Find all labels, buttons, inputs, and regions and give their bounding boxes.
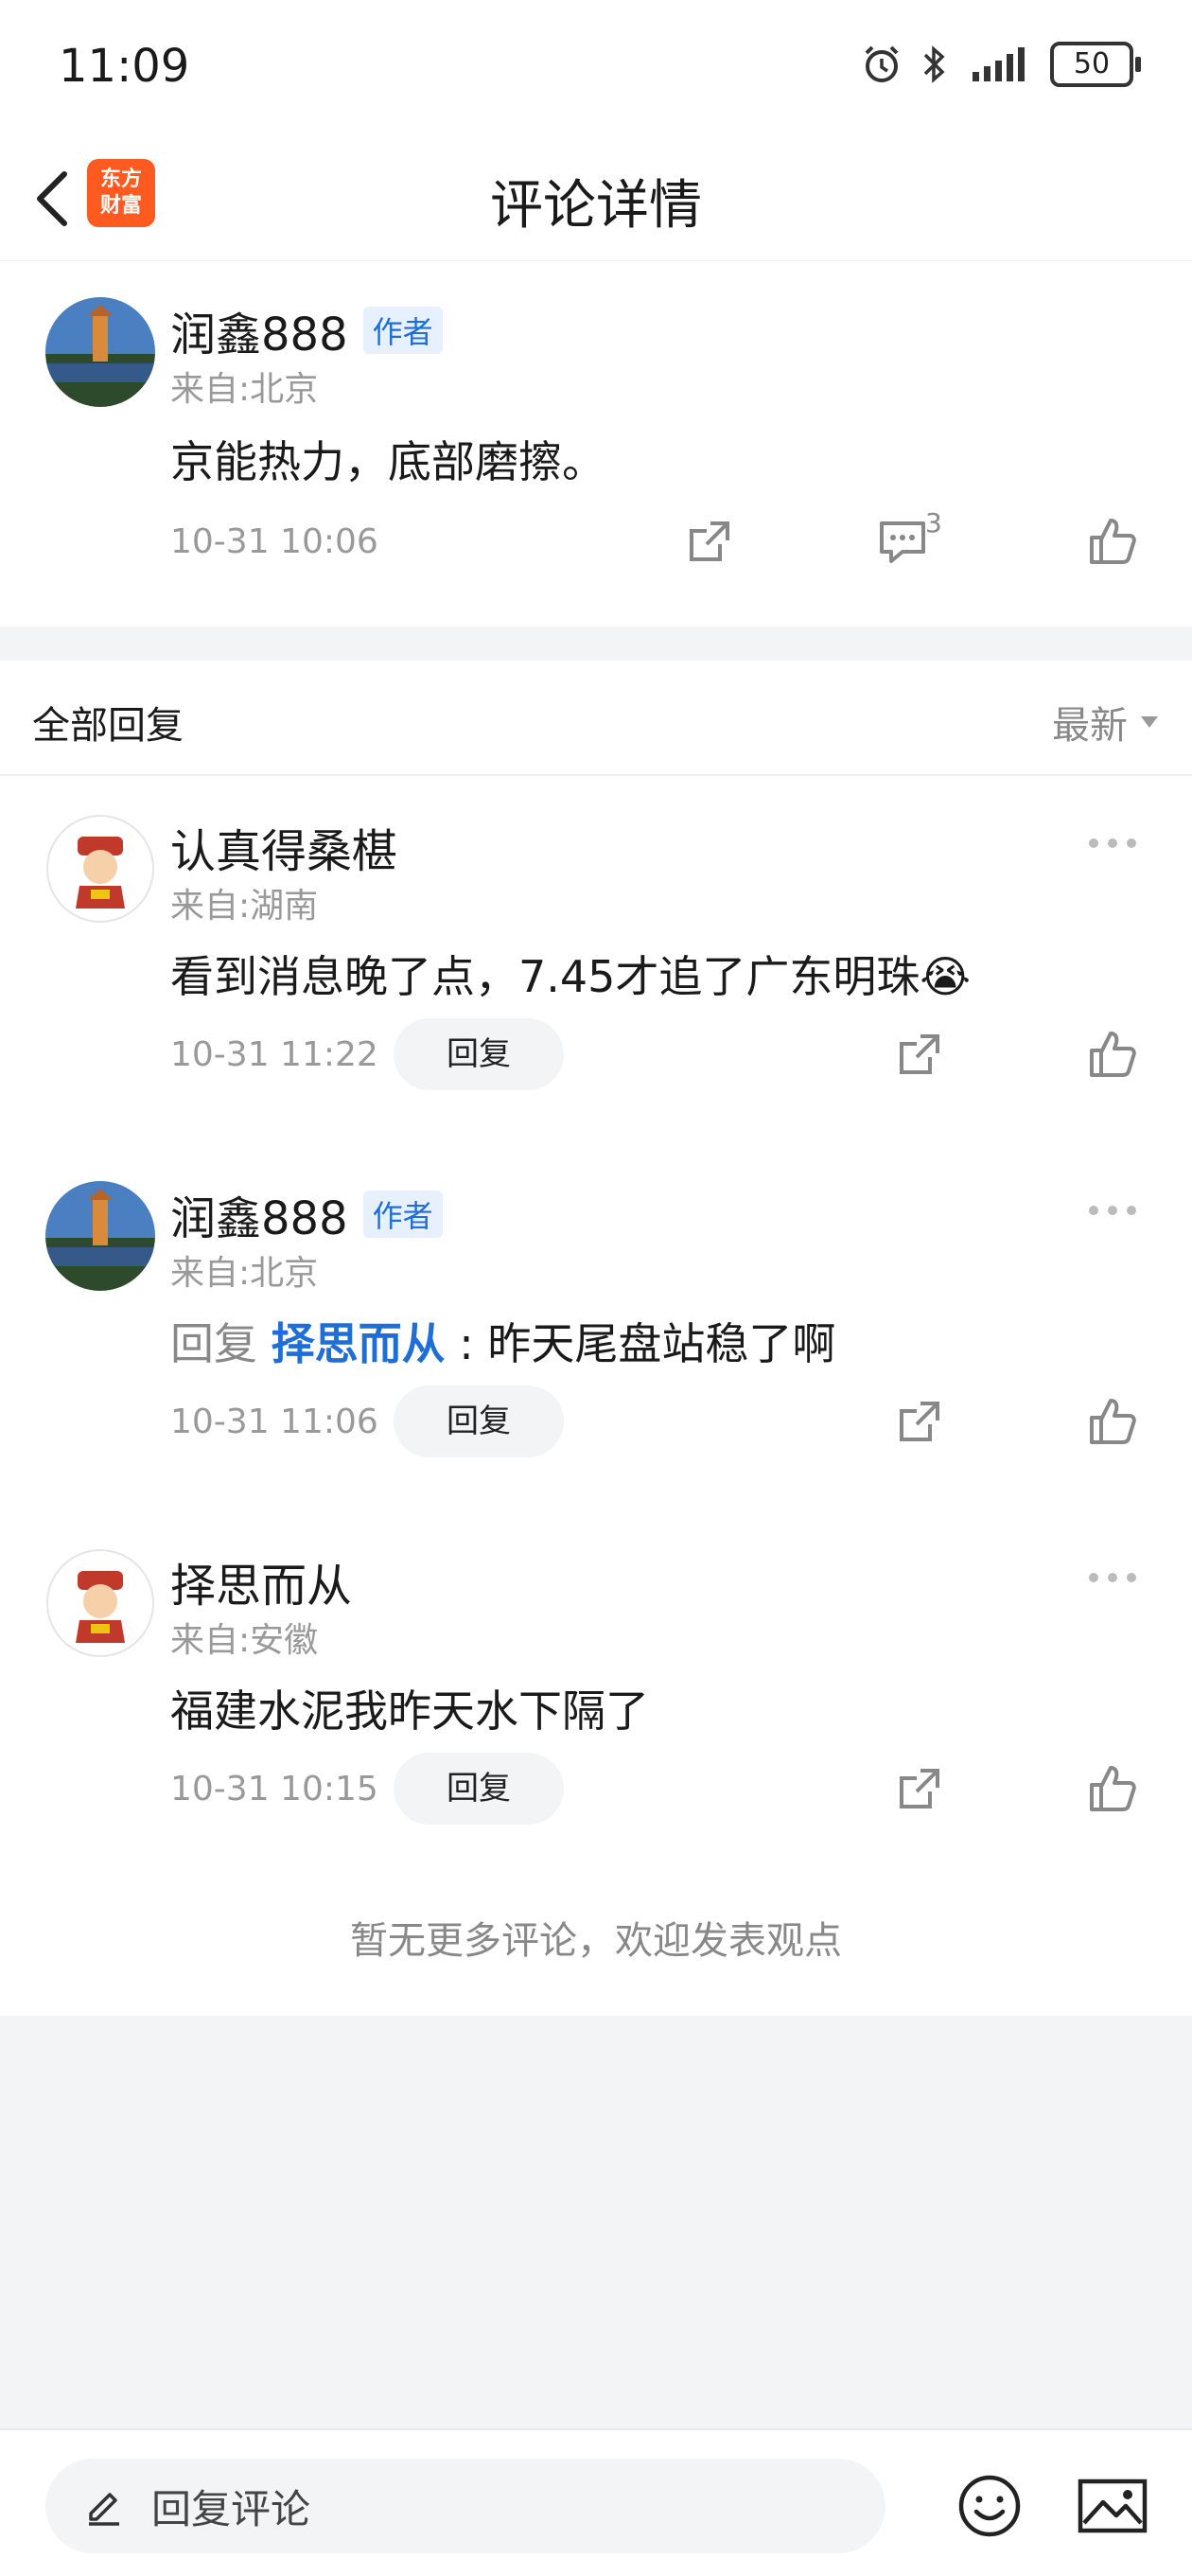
share-button[interactable] bbox=[889, 1024, 950, 1085]
fortune-god-avatar-icon bbox=[45, 814, 155, 924]
author-tag: 作者 bbox=[362, 1191, 443, 1238]
dropdown-triangle-icon bbox=[1141, 716, 1158, 728]
reply-item: 择思而从 来自:安徽 福建水泥我昨天水下隔了 10-31 10:15 回复 bbox=[0, 1509, 1192, 1876]
reply-button[interactable]: 回复 bbox=[394, 1753, 564, 1825]
status-icons: 50 bbox=[861, 42, 1141, 87]
comment-icon bbox=[880, 521, 925, 563]
image-icon bbox=[1078, 2479, 1148, 2533]
timestamp: 10-31 11:22 bbox=[170, 1035, 378, 1074]
avatar[interactable] bbox=[45, 297, 155, 407]
footer-note: 暂无更多评论，欢迎发表观点 bbox=[350, 1919, 842, 1963]
more-icon bbox=[1089, 1206, 1136, 1215]
reply-target-link[interactable]: 择思而从 bbox=[272, 1318, 446, 1369]
sort-label: 最新 bbox=[1052, 704, 1128, 748]
name-row: 润鑫888 作者 bbox=[170, 1181, 443, 1247]
more-button[interactable] bbox=[1082, 1196, 1143, 1225]
like-button[interactable] bbox=[1082, 1024, 1143, 1085]
username[interactable]: 润鑫888 bbox=[170, 297, 348, 363]
more-icon bbox=[1089, 1573, 1136, 1582]
name-row: 认真得桑椹 bbox=[170, 814, 397, 880]
share-icon bbox=[690, 521, 729, 561]
name-row: 润鑫888 作者 bbox=[170, 297, 443, 363]
fortune-god-avatar-icon bbox=[45, 1548, 155, 1658]
username[interactable]: 润鑫888 bbox=[170, 1181, 348, 1247]
main-comment: 润鑫888 作者 来自:北京 京能热力，底部磨擦。 10-31 10:06 3 bbox=[0, 261, 1192, 626]
comment-button[interactable] bbox=[872, 511, 933, 572]
location: 来自:安徽 bbox=[170, 1621, 319, 1660]
reply-count: 3 bbox=[925, 507, 942, 538]
share-button[interactable] bbox=[889, 1758, 950, 1819]
timestamp: 10-31 10:15 bbox=[170, 1770, 378, 1808]
comment-text: 福建水泥我昨天水下隔了 bbox=[170, 1685, 649, 1737]
replies-section: 全部回复 最新 认真得桑椹 来自:湖南 看到消息晚了点，7.45才追了广东明珠😭… bbox=[0, 661, 1192, 2016]
status-time: 11:09 bbox=[59, 40, 190, 93]
reply-button[interactable]: 回复 bbox=[394, 1385, 564, 1457]
bluetooth-icon bbox=[923, 45, 945, 83]
pencil-icon bbox=[83, 2485, 125, 2527]
emoji-button[interactable] bbox=[955, 2472, 1024, 2540]
like-button[interactable] bbox=[1082, 1758, 1143, 1819]
avatar[interactable] bbox=[45, 1181, 155, 1291]
location: 来自:北京 bbox=[170, 1254, 319, 1293]
signal-icon bbox=[973, 47, 1025, 81]
reply-button[interactable]: 回复 bbox=[394, 1018, 564, 1090]
more-button[interactable] bbox=[1082, 829, 1143, 857]
image-button[interactable] bbox=[1075, 2472, 1150, 2540]
bottom-bar: 回复评论 bbox=[0, 2428, 1192, 2576]
avatar[interactable] bbox=[45, 1548, 155, 1658]
pagoda-avatar-icon bbox=[45, 1181, 155, 1291]
share-icon bbox=[900, 1034, 939, 1074]
location: 来自:北京 bbox=[170, 370, 319, 409]
avatar[interactable] bbox=[45, 814, 155, 924]
reply-input[interactable]: 回复评论 bbox=[45, 2459, 885, 2553]
more-icon bbox=[1089, 838, 1136, 848]
share-button[interactable] bbox=[679, 511, 740, 572]
thumbs-up-icon bbox=[1090, 1399, 1136, 1444]
pagoda-avatar-icon bbox=[45, 297, 155, 407]
location: 来自:湖南 bbox=[170, 887, 319, 926]
timestamp: 10-31 10:06 bbox=[170, 522, 378, 561]
reply-item: 认真得桑椹 来自:湖南 看到消息晚了点，7.45才追了广东明珠😭 10-31 1… bbox=[0, 774, 1192, 1141]
comment-text: 回复 择思而从 : 昨天尾盘站稳了啊 bbox=[170, 1310, 835, 1372]
like-button[interactable] bbox=[1082, 511, 1143, 572]
share-button[interactable] bbox=[889, 1391, 950, 1452]
reply-prefix: 回复 bbox=[170, 1318, 257, 1369]
like-button[interactable] bbox=[1082, 1391, 1143, 1452]
reply-input-placeholder: 回复评论 bbox=[151, 2485, 311, 2532]
thumbs-up-icon bbox=[1090, 1032, 1136, 1077]
battery-indicator: 50 bbox=[1050, 42, 1141, 87]
page-title: 评论详情 bbox=[490, 175, 702, 237]
comment-text: 京能热力，底部磨擦。 bbox=[170, 436, 605, 487]
more-button[interactable] bbox=[1082, 1563, 1143, 1592]
comment-text: 看到消息晚了点，7.45才追了广东明珠😭 bbox=[170, 951, 972, 1002]
username[interactable]: 择思而从 bbox=[170, 1548, 352, 1614]
section-title: 全部回复 bbox=[32, 704, 184, 748]
share-icon bbox=[900, 1769, 939, 1808]
replies-header: 全部回复 最新 bbox=[0, 661, 1192, 776]
emoji-icon bbox=[958, 2475, 1021, 2537]
thumbs-up-icon bbox=[1090, 519, 1136, 564]
nav-bar: 东方 财富 评论详情 bbox=[0, 142, 1192, 262]
share-icon bbox=[900, 1402, 939, 1441]
author-tag: 作者 bbox=[362, 307, 443, 354]
reply-item: 润鑫888 作者 来自:北京 回复 择思而从 : 昨天尾盘站稳了啊 10-31 … bbox=[0, 1141, 1192, 1509]
timestamp: 10-31 11:06 bbox=[170, 1403, 378, 1441]
username[interactable]: 认真得桑椹 bbox=[170, 814, 397, 880]
thumbs-up-icon bbox=[1090, 1766, 1136, 1811]
alarm-icon bbox=[865, 45, 899, 82]
sort-dropdown[interactable]: 最新 bbox=[1052, 695, 1160, 750]
name-row: 择思而从 bbox=[170, 1548, 352, 1614]
reply-text: : 昨天尾盘站稳了啊 bbox=[445, 1318, 836, 1369]
status-bar: 11:09 50 bbox=[0, 0, 1192, 142]
